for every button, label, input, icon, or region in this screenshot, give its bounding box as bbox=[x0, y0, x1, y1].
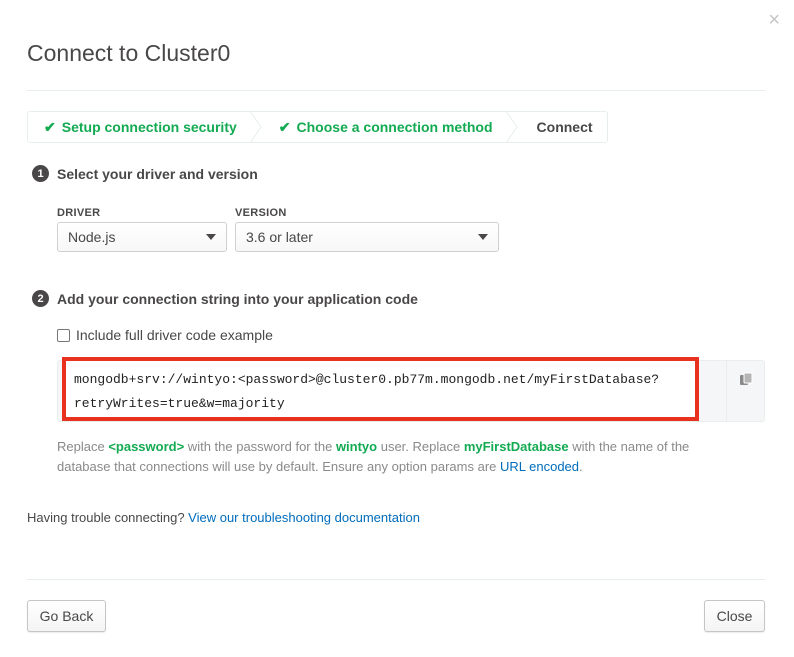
step1-heading-text: Select your driver and version bbox=[57, 165, 258, 182]
go-back-button[interactable]: Go Back bbox=[27, 600, 106, 632]
divider-bottom bbox=[27, 579, 765, 580]
help-text: user. Replace bbox=[377, 439, 464, 454]
step-choose-method[interactable]: ✔ Choose a connection method bbox=[263, 112, 507, 142]
step-label: Setup connection security bbox=[61, 119, 237, 135]
driver-value: Node.js bbox=[68, 229, 116, 245]
username-token: wintyo bbox=[335, 439, 378, 454]
connection-help-text: Replace <password> with the password for… bbox=[57, 437, 737, 477]
checkmark-icon: ✔ bbox=[44, 118, 56, 135]
caret-down-icon bbox=[206, 234, 216, 240]
step-breadcrumb: ✔ Setup connection security ✔ Choose a c… bbox=[27, 111, 608, 143]
driver-label: DRIVER bbox=[57, 207, 101, 219]
divider-top bbox=[27, 90, 765, 91]
connection-string-line1: mongodb+srv://wintyo:<password>@cluster0… bbox=[74, 372, 660, 387]
help-text: Replace bbox=[57, 439, 109, 454]
step2-heading-text: Add your connection string into your app… bbox=[57, 290, 418, 307]
copy-button[interactable] bbox=[726, 360, 765, 422]
url-encoded-link[interactable]: URL encoded bbox=[500, 459, 579, 474]
trouble-label: Having trouble connecting? bbox=[27, 510, 189, 525]
step-connect: Connect bbox=[519, 112, 607, 142]
connect-dialog: × Connect to Cluster0 ✔ Setup connection… bbox=[0, 0, 794, 657]
close-button[interactable]: Close bbox=[704, 600, 765, 632]
full-driver-code-option[interactable]: Include full driver code example bbox=[57, 327, 273, 343]
checkbox-label: Include full driver code example bbox=[76, 327, 273, 343]
troubleshooting-link[interactable]: View our troubleshooting documentation bbox=[188, 510, 420, 525]
full-driver-code-checkbox[interactable] bbox=[57, 328, 70, 342]
step-label: Connect bbox=[536, 119, 593, 135]
step-number-badge: 2 bbox=[32, 290, 49, 307]
troubleshooting-text: Having trouble connecting? View our trou… bbox=[27, 510, 420, 525]
caret-down-icon bbox=[478, 234, 488, 240]
copy-icon bbox=[740, 372, 753, 385]
help-text: . bbox=[579, 459, 583, 474]
password-token: <password> bbox=[108, 439, 185, 454]
step-label: Choose a connection method bbox=[296, 119, 493, 135]
checkmark-icon: ✔ bbox=[278, 118, 291, 135]
connection-string[interactable]: mongodb+srv://wintyo:<password>@cluster0… bbox=[74, 368, 684, 416]
chevron-right-icon bbox=[505, 111, 519, 143]
close-icon[interactable]: × bbox=[768, 10, 780, 30]
step-setup-security[interactable]: ✔ Setup connection security bbox=[28, 112, 251, 142]
version-label: VERSION bbox=[235, 207, 287, 219]
step1-heading: 1 Select your driver and version bbox=[32, 165, 258, 182]
driver-select[interactable]: Node.js bbox=[57, 222, 227, 252]
connection-string-line2: retryWrites=true&w=majority bbox=[74, 396, 285, 411]
dialog-title: Connect to Cluster0 bbox=[27, 40, 231, 66]
step2-heading: 2 Add your connection string into your a… bbox=[32, 290, 418, 307]
version-select[interactable]: 3.6 or later bbox=[235, 222, 499, 252]
step-number-badge: 1 bbox=[32, 165, 49, 182]
version-value: 3.6 or later bbox=[246, 229, 313, 245]
chevron-right-icon bbox=[249, 111, 263, 143]
database-token: myFirstDatabase bbox=[463, 439, 569, 454]
help-text: with the password for the bbox=[184, 439, 336, 454]
